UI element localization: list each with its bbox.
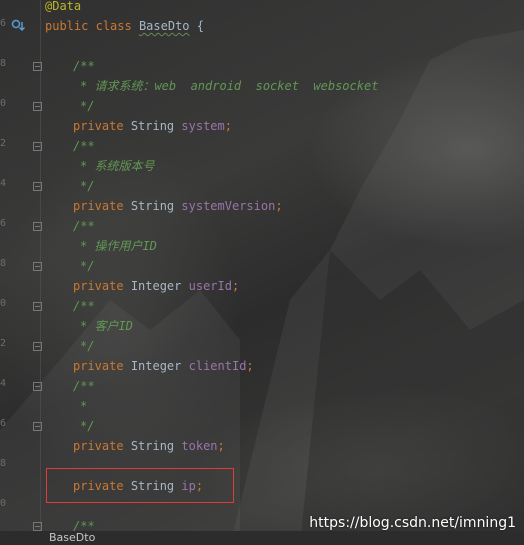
line-number: 2	[0, 338, 6, 349]
fold-icon[interactable]	[33, 222, 42, 231]
code-line: @Data	[45, 0, 81, 16]
fold-icon[interactable]	[33, 262, 42, 271]
fold-icon[interactable]	[33, 302, 42, 311]
code-line: public class BaseDto {	[45, 16, 204, 36]
line-number: 6	[0, 218, 6, 229]
line-number: 8	[0, 258, 6, 269]
implements-icon[interactable]	[11, 18, 25, 32]
fold-icon[interactable]	[33, 62, 42, 71]
doc-comment: * 客户ID	[80, 319, 133, 333]
doc-comment: /**	[73, 379, 95, 393]
field-declaration: private String system;	[73, 119, 232, 133]
line-number: 8	[0, 58, 6, 69]
line-number: 0	[0, 98, 6, 109]
line-number: 0	[0, 298, 6, 309]
line-number: 4	[0, 378, 6, 389]
line-number: 8	[0, 458, 6, 469]
highlight-box	[46, 468, 234, 503]
doc-comment: /**	[73, 139, 95, 153]
keyword: public	[45, 19, 89, 33]
doc-comment: *	[80, 399, 88, 413]
status-bar: BaseDto	[0, 531, 524, 545]
field-declaration: private String token;	[73, 439, 225, 453]
annotation: @Data	[45, 0, 82, 13]
doc-comment: */	[80, 419, 95, 433]
doc-comment: /**	[73, 59, 95, 73]
line-number: 6	[0, 18, 6, 29]
keyword: class	[95, 19, 132, 33]
field-declaration: private String systemVersion;	[73, 199, 283, 213]
brace: {	[196, 19, 204, 33]
doc-comment: /**	[73, 219, 95, 233]
field-declaration: private Integer clientId;	[73, 359, 254, 373]
line-number: 0	[0, 498, 6, 509]
field-declaration: private Integer userId;	[73, 279, 240, 293]
fold-icon[interactable]	[33, 422, 42, 431]
fold-icon[interactable]	[33, 182, 42, 191]
fold-icon[interactable]	[33, 342, 42, 351]
line-number: 6	[0, 418, 6, 429]
doc-comment: /**	[73, 299, 95, 313]
fold-icon[interactable]	[33, 142, 42, 151]
doc-comment: * 请求系统：web android socket websocket	[80, 79, 379, 93]
doc-comment: * 操作用户ID	[80, 239, 157, 253]
breadcrumb[interactable]: BaseDto	[49, 531, 95, 545]
doc-comment: */	[80, 339, 95, 353]
doc-comment: */	[80, 99, 95, 113]
fold-icon[interactable]	[33, 522, 42, 531]
doc-comment: */	[80, 259, 95, 273]
class-name[interactable]: BaseDto	[139, 19, 190, 33]
line-number: 4	[0, 178, 6, 189]
fold-icon[interactable]	[33, 382, 42, 391]
line-number: 2	[0, 138, 6, 149]
doc-comment: */	[80, 179, 95, 193]
fold-icon[interactable]	[33, 102, 42, 111]
editor-gutter: 6 8 0 2 4 6 8 0 2 4 6 8 0	[0, 0, 42, 531]
watermark: https://blog.csdn.net/imning1	[309, 515, 516, 531]
doc-comment: * 系统版本号	[80, 159, 155, 173]
